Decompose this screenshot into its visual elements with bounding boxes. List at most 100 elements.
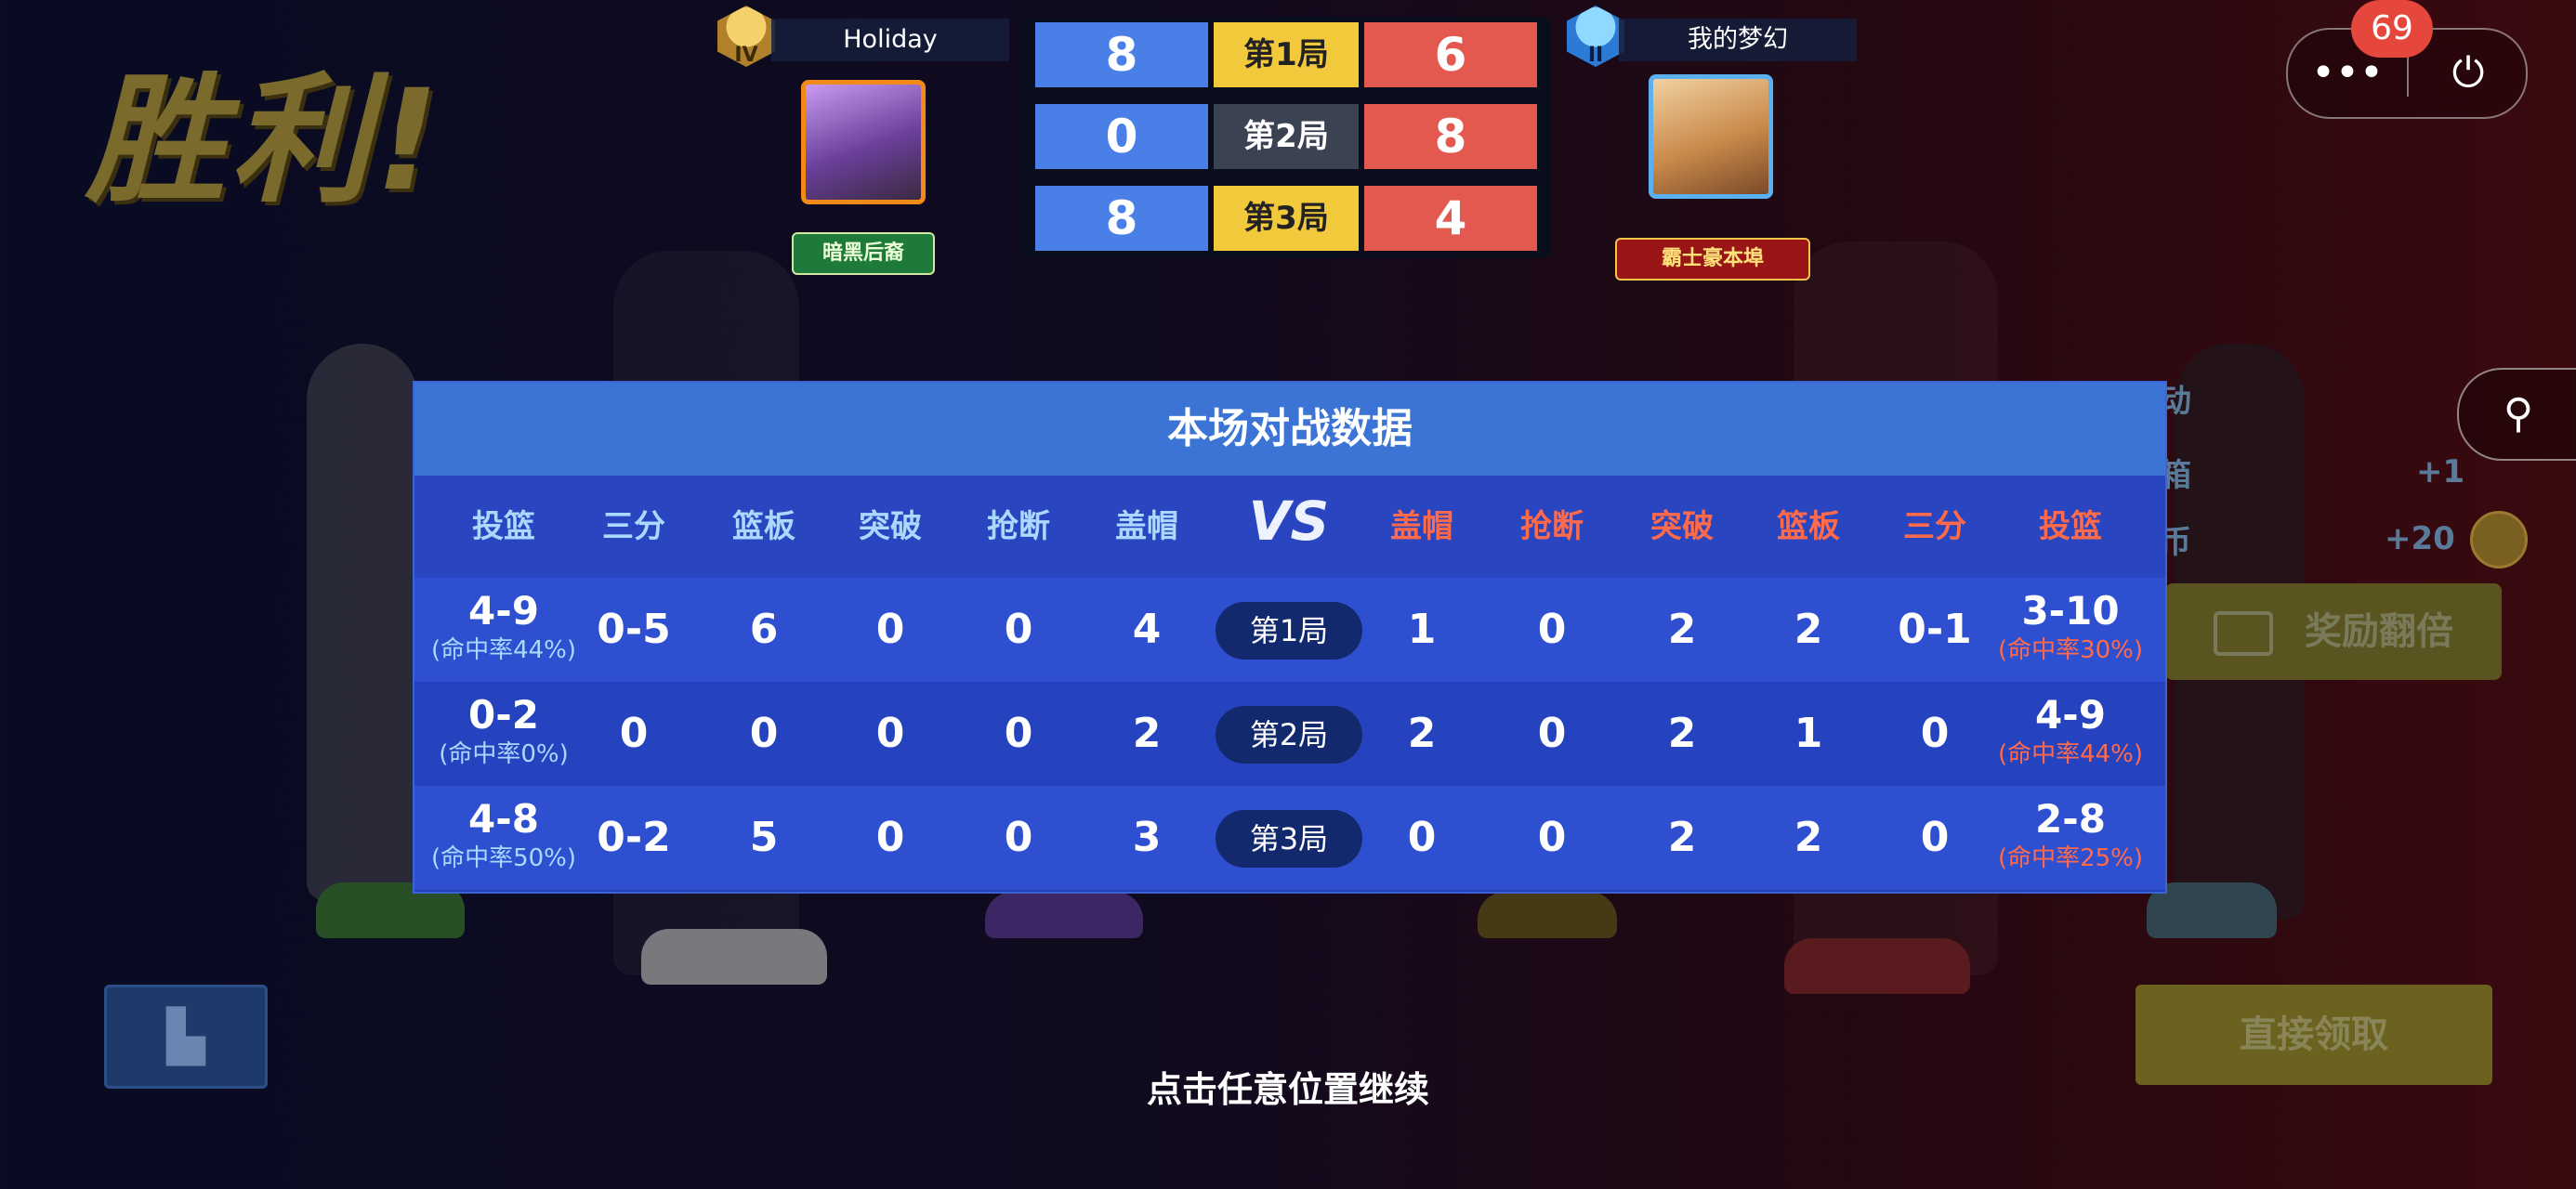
left-shot-value: 0-2: [468, 692, 539, 738]
left-rebound: 0: [749, 710, 779, 757]
left-shot-rate: (命中率44%): [430, 636, 577, 664]
header-right-shot: 投篮: [2039, 508, 2102, 545]
right-block: 1: [1407, 606, 1437, 653]
left-block: 4: [1132, 606, 1162, 653]
header-left-rebound: 篮板: [732, 508, 795, 545]
round-score-row-3: 8 第3局 4: [1035, 186, 1537, 251]
match-stats-panel: 本场对战数据 投篮 三分 篮板 突破 抢断 盖帽 VS 盖帽 抢断 突破 篮板 …: [413, 381, 2167, 894]
left-breakthrough: 0: [875, 814, 905, 861]
left-breakthrough: 0: [875, 710, 905, 757]
left-shot-rate: (命中率50%): [430, 844, 577, 872]
right-breakthrough: 2: [1667, 814, 1697, 861]
right-rebound: 1: [1794, 710, 1823, 757]
right-three: 0-1: [1898, 606, 1972, 653]
right-block: 0: [1407, 814, 1437, 861]
double-reward-button[interactable]: 奖励翻倍: [2165, 583, 2502, 680]
round-pill: 第2局: [1216, 706, 1362, 764]
left-shot-value: 4-9: [468, 588, 539, 634]
right-steal: 0: [1537, 710, 1567, 757]
joystick-icon[interactable]: ⚲: [2457, 368, 2576, 461]
left-player-name: Holiday: [771, 19, 1009, 61]
video-icon: [2214, 611, 2274, 656]
right-steal: 0: [1537, 814, 1567, 861]
stats-row-round-3: 4-8 (命中率50%) 0-2 5 0 0 3 第3局 0 0 2 2 0 2…: [414, 786, 2165, 890]
double-reward-label: 奖励翻倍: [2304, 610, 2453, 653]
right-shot-value: 4-9: [2035, 692, 2106, 738]
left-shot: 0-2 (命中率0%): [420, 691, 587, 769]
vs-label: VS: [1248, 490, 1330, 553]
header-right-breakthrough: 突破: [1650, 508, 1714, 545]
right-rebound: 2: [1794, 606, 1823, 653]
right-breakthrough: 2: [1667, 710, 1697, 757]
right-three: 0: [1920, 814, 1950, 861]
left-breakthrough: 0: [875, 606, 905, 653]
round-1-right-score: 6: [1364, 22, 1537, 87]
header-left-three: 三分: [602, 508, 665, 545]
round-score-row-2: 0 第2局 8: [1035, 104, 1537, 169]
left-title-badge: 暗黑后裔: [792, 232, 935, 275]
right-player-name: 我的梦幻: [1619, 19, 1857, 61]
left-steal: 0: [1004, 710, 1033, 757]
header-right-steal: 抢断: [1520, 508, 1584, 545]
left-three: 0: [619, 710, 649, 757]
right-title-badge: 霸士豪本埠: [1615, 238, 1810, 281]
stats-header-row: 投篮 三分 篮板 突破 抢断 盖帽 VS 盖帽 抢断 突破 篮板 三分 投篮: [414, 476, 2165, 578]
left-player-avatar[interactable]: [801, 80, 926, 204]
left-block: 2: [1132, 710, 1162, 757]
reward-item-2-value: +20: [2385, 520, 2455, 557]
left-steal: 0: [1004, 814, 1033, 861]
bar-chart-icon: ▙: [166, 1007, 205, 1065]
round-3-right-score: 4: [1364, 186, 1537, 251]
coin-icon: [2470, 511, 2528, 568]
round-1-left-score: 8: [1035, 22, 1208, 87]
round-pill: 第1局: [1216, 602, 1362, 660]
right-steal: 0: [1537, 606, 1567, 653]
right-shot-value: 3-10: [2021, 588, 2120, 634]
left-steal: 0: [1004, 606, 1033, 653]
continue-hint[interactable]: 点击任意位置继续: [0, 1061, 2576, 1112]
left-shot-rate: (命中率0%): [439, 740, 569, 768]
right-rebound: 2: [1794, 814, 1823, 861]
stats-panel-title: 本场对战数据: [414, 383, 2165, 476]
right-shot: 3-10 (命中率30%): [1987, 587, 2154, 665]
round-score-row-1: 8 第1局 6: [1035, 22, 1537, 87]
round-2-right-score: 8: [1364, 104, 1537, 169]
header-right-three: 三分: [1903, 508, 1966, 545]
round-pill: 第3局: [1216, 810, 1362, 868]
left-rebound: 5: [749, 814, 779, 861]
right-breakthrough: 2: [1667, 606, 1697, 653]
right-shot-rate: (命中率25%): [1997, 844, 2144, 872]
right-shot: 2-8 (命中率25%): [1987, 795, 2154, 873]
header-left-block: 盖帽: [1115, 508, 1178, 545]
right-player-avatar[interactable]: [1649, 74, 1773, 199]
round-2-left-score: 0: [1035, 104, 1208, 169]
header-left-steal: 抢断: [987, 508, 1050, 545]
round-3-label: 第3局: [1214, 186, 1359, 251]
round-3-left-score: 8: [1035, 186, 1208, 251]
right-block: 2: [1407, 710, 1437, 757]
notification-badge: 69: [2351, 0, 2433, 58]
round-1-label: 第1局: [1214, 22, 1359, 87]
reward-item-1-value: +1: [2416, 453, 2465, 490]
left-shot-value: 4-8: [468, 796, 539, 842]
left-block: 3: [1132, 814, 1162, 861]
header-left-shot: 投篮: [472, 508, 535, 545]
victory-title: 胜利!: [85, 60, 445, 222]
stats-row-round-2: 0-2 (命中率0%) 0 0 0 0 2 第2局 2 0 2 1 0 4-9 …: [414, 682, 2165, 786]
left-rebound: 6: [749, 606, 779, 653]
right-shot: 4-9 (命中率44%): [1987, 691, 2154, 769]
right-shot-value: 2-8: [2035, 796, 2106, 842]
left-shot: 4-8 (命中率50%): [420, 795, 587, 873]
header-right-block: 盖帽: [1390, 508, 1453, 545]
round-score-panel: 8 第1局 6 0 第2局 8 8 第3局 4: [1022, 17, 1550, 258]
right-shot-rate: (命中率30%): [1997, 636, 2144, 664]
left-shot: 4-9 (命中率44%): [420, 587, 587, 665]
right-shot-rate: (命中率44%): [1997, 740, 2144, 768]
round-2-label: 第2局: [1214, 104, 1359, 169]
right-rank: II: [1587, 44, 1604, 67]
left-three: 0-5: [597, 606, 671, 653]
left-three: 0-2: [597, 814, 671, 861]
header-left-breakthrough: 突破: [859, 508, 922, 545]
stats-row-round-1: 4-9 (命中率44%) 0-5 6 0 0 4 第1局 1 0 2 2 0-1…: [414, 578, 2165, 682]
header-right-rebound: 篮板: [1777, 508, 1840, 545]
